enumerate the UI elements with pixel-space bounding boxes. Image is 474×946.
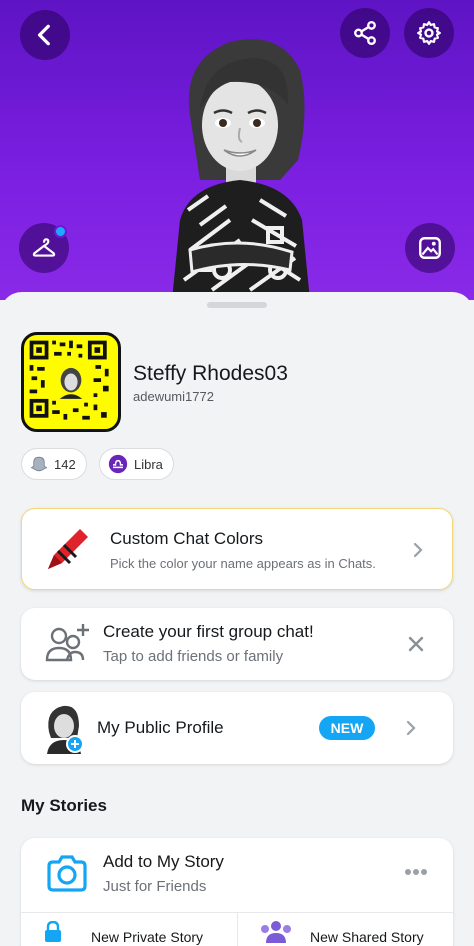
new-shared-story-button[interactable]: New Shared Story xyxy=(238,913,453,946)
my-stories-heading: My Stories xyxy=(21,796,107,815)
snapcode[interactable] xyxy=(21,332,121,432)
hanger-icon xyxy=(32,238,56,257)
my-story-card: Add to My Story Just for Friends New Pri… xyxy=(21,838,453,946)
share-button[interactable] xyxy=(340,8,390,58)
settings-button[interactable] xyxy=(404,8,454,58)
profile-avatar-icon xyxy=(47,705,84,754)
new-private-story-label: New Private Story xyxy=(91,929,204,945)
custom-chat-colors-card[interactable]: Custom Chat Colors Pick the color your n… xyxy=(21,508,453,590)
new-shared-story-label: New Shared Story xyxy=(310,929,424,945)
chevron-left-icon xyxy=(37,24,50,46)
username: adewumi1772 xyxy=(133,389,214,404)
card-title: Add to My Story xyxy=(103,852,224,871)
card-title: My Public Profile xyxy=(97,718,224,737)
zodiac-pill[interactable]: Libra xyxy=(99,448,174,480)
lock-icon xyxy=(45,921,61,942)
more-options-icon[interactable] xyxy=(404,868,428,876)
card-subtitle: Pick the color your name appears as in C… xyxy=(110,556,376,571)
outfit-button[interactable] xyxy=(19,223,69,273)
image-frame-icon xyxy=(419,237,441,259)
chevron-right-icon xyxy=(406,720,416,736)
qr-code-icon xyxy=(29,340,109,420)
camera-icon xyxy=(47,855,87,892)
display-name[interactable]: Steffy Rhodes03 xyxy=(133,362,288,386)
new-private-story-button[interactable]: New Private Story xyxy=(21,913,237,946)
notification-dot xyxy=(54,225,67,238)
card-subtitle: Just for Friends xyxy=(103,878,207,895)
card-title: Custom Chat Colors xyxy=(110,529,264,548)
profile-sheet: Steffy Rhodes03 adewumi1772 142 Libra Cu… xyxy=(0,292,474,946)
group-icon xyxy=(261,921,291,943)
share-icon xyxy=(354,20,376,46)
chevron-right-icon xyxy=(413,542,423,558)
crayon-icon xyxy=(48,529,88,569)
ghost-icon xyxy=(30,456,48,472)
profile-header-banner xyxy=(0,0,474,300)
card-subtitle: Tap to add friends or family xyxy=(103,648,284,665)
snap-score-pill[interactable]: 142 xyxy=(21,448,87,480)
background-button[interactable] xyxy=(405,223,455,273)
public-profile-card[interactable]: My Public Profile NEW xyxy=(21,692,453,764)
group-chat-card[interactable]: Create your first group chat! Tap to add… xyxy=(21,608,453,680)
new-badge: NEW xyxy=(319,716,375,740)
zodiac-label: Libra xyxy=(134,456,163,472)
drag-handle[interactable] xyxy=(207,302,267,308)
add-friends-icon xyxy=(45,624,89,662)
gear-icon xyxy=(417,21,441,45)
snap-score-value: 142 xyxy=(54,456,76,472)
close-icon[interactable] xyxy=(408,636,424,652)
card-title: Create your first group chat! xyxy=(103,622,314,641)
back-button[interactable] xyxy=(20,10,70,60)
libra-icon xyxy=(108,454,128,474)
bitmoji-avatar[interactable] xyxy=(160,20,320,300)
add-to-my-story-row[interactable]: Add to My Story Just for Friends xyxy=(21,838,453,908)
